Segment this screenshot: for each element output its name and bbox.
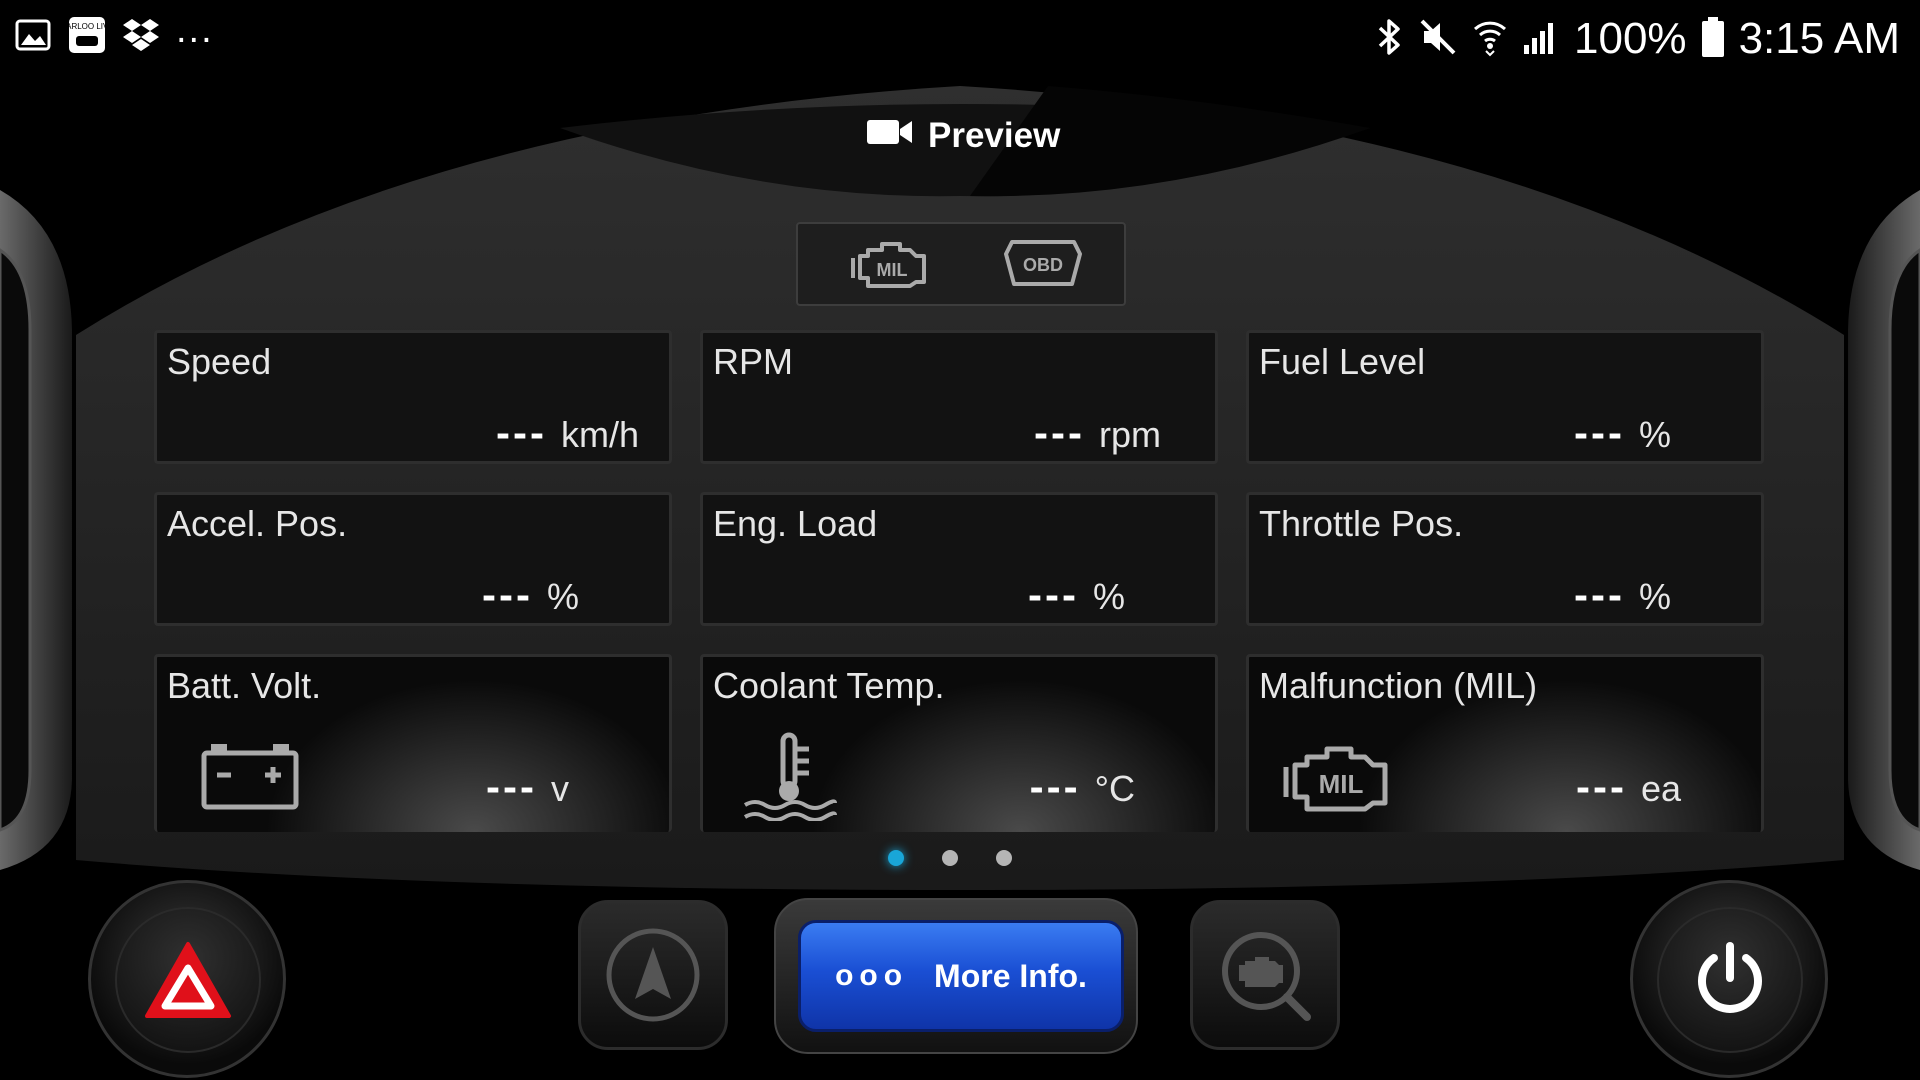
tile-unit: % bbox=[546, 576, 579, 617]
tile-throttle-pos[interactable]: Throttle Pos. ---% bbox=[1246, 492, 1764, 626]
more-info-label: More Info. bbox=[934, 957, 1087, 994]
tile-value: --- bbox=[1574, 571, 1625, 618]
tile-label: Throttle Pos. bbox=[1259, 503, 1464, 544]
page-dot-1[interactable] bbox=[888, 850, 904, 866]
navigation-button[interactable] bbox=[578, 900, 728, 1050]
tile-label: Accel. Pos. bbox=[167, 503, 348, 544]
tile-label: Malfunction (MIL) bbox=[1259, 665, 1538, 706]
mil-mode-text: MIL bbox=[877, 260, 908, 280]
tile-label: RPM bbox=[713, 341, 793, 382]
tile-fuel-level[interactable]: Fuel Level ---% bbox=[1246, 330, 1764, 464]
engine-search-button[interactable] bbox=[1190, 900, 1340, 1050]
engine-mil-icon: MIL bbox=[1281, 737, 1397, 820]
page-dot-3[interactable] bbox=[996, 850, 1012, 866]
tile-label: Fuel Level bbox=[1259, 341, 1426, 382]
tile-label: Batt. Volt. bbox=[167, 665, 322, 706]
tile-value: --- bbox=[486, 763, 537, 810]
tile-value: --- bbox=[1574, 409, 1625, 456]
tile-coolant-temp[interactable]: Coolant Temp. --- °C bbox=[700, 654, 1218, 832]
hazard-button[interactable] bbox=[88, 880, 286, 1078]
tile-unit: ea bbox=[1640, 768, 1681, 809]
page-indicator bbox=[888, 850, 1012, 866]
hazard-triangle-icon bbox=[145, 942, 231, 1018]
mil-icon-text: MIL bbox=[1319, 769, 1364, 799]
tile-eng-load[interactable]: Eng. Load ---% bbox=[700, 492, 1218, 626]
tile-malfunction-mil[interactable]: Malfunction (MIL) MIL --- ea bbox=[1246, 654, 1764, 832]
power-icon bbox=[1698, 942, 1762, 1013]
tile-unit: °C bbox=[1094, 768, 1135, 809]
engine-search-icon bbox=[1222, 932, 1311, 1021]
more-info-button[interactable]: ooo More Info. bbox=[798, 920, 1124, 1032]
preview-button[interactable]: Preview bbox=[866, 116, 1060, 156]
tile-label: Eng. Load bbox=[713, 503, 878, 544]
video-camera-icon bbox=[866, 116, 914, 156]
tile-rpm[interactable]: RPM --- rpm bbox=[700, 330, 1218, 464]
tile-batt-volt[interactable]: Batt. Volt. --- v bbox=[154, 654, 672, 832]
mode-toggle: MIL OBD bbox=[796, 222, 1126, 306]
tile-value: --- bbox=[1029, 763, 1081, 810]
obd-mode-button[interactable]: OBD bbox=[988, 232, 1098, 294]
tile-unit: v bbox=[551, 768, 569, 809]
obd-mode-text: OBD bbox=[1023, 255, 1063, 275]
tile-unit: % bbox=[1638, 414, 1671, 455]
tile-accel-pos[interactable]: Accel. Pos. ---% bbox=[154, 492, 672, 626]
power-button[interactable] bbox=[1630, 880, 1828, 1078]
battery-icon bbox=[201, 741, 299, 816]
coolant-temp-icon bbox=[741, 731, 837, 826]
navigation-arrow-icon bbox=[606, 928, 700, 1022]
tile-label: Coolant Temp. bbox=[713, 665, 945, 706]
obd-connector-icon: OBD bbox=[1004, 240, 1082, 286]
more-info-dots: ooo bbox=[835, 959, 909, 992]
tile-value: --- bbox=[482, 571, 533, 618]
tile-value: --- bbox=[1028, 571, 1079, 618]
tile-unit: % bbox=[1638, 576, 1671, 617]
tile-speed[interactable]: Speed --- km/h bbox=[154, 330, 672, 464]
tile-value: --- bbox=[496, 409, 547, 456]
tile-value: --- bbox=[1575, 763, 1627, 810]
tile-value: --- bbox=[1034, 409, 1085, 456]
page-dot-2[interactable] bbox=[942, 850, 958, 866]
tile-unit: rpm bbox=[1099, 414, 1161, 455]
tile-label: Speed bbox=[167, 341, 272, 382]
preview-label: Preview bbox=[928, 116, 1061, 155]
engine-mil-icon: MIL bbox=[851, 242, 926, 288]
tile-unit: km/h bbox=[560, 414, 639, 455]
mil-mode-button[interactable]: MIL bbox=[836, 232, 946, 294]
tile-unit: % bbox=[1092, 576, 1125, 617]
